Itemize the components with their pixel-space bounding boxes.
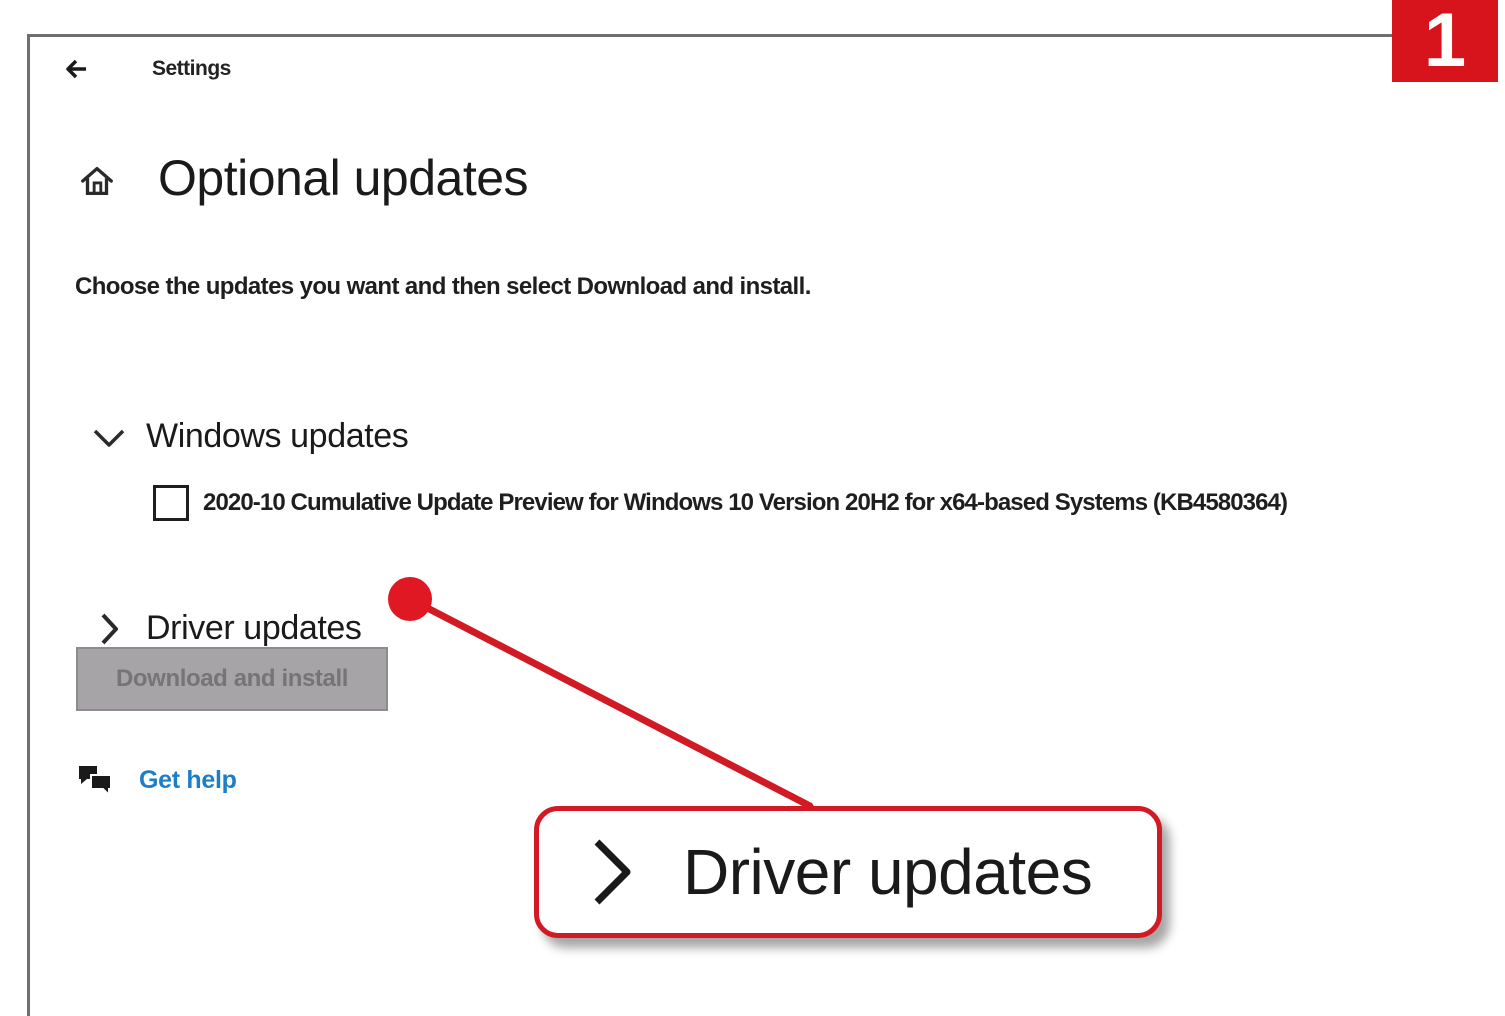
driver-updates-label: Driver updates bbox=[146, 609, 362, 647]
download-and-install-button[interactable]: Download and install bbox=[76, 647, 388, 711]
update-checkbox[interactable] bbox=[153, 485, 189, 521]
back-button[interactable] bbox=[63, 55, 91, 83]
update-item-label[interactable]: 2020-10 Cumulative Update Preview for Wi… bbox=[203, 489, 1288, 517]
get-help-link[interactable]: Get help bbox=[139, 766, 237, 795]
windows-updates-label: Windows updates bbox=[146, 417, 409, 455]
home-icon[interactable] bbox=[78, 162, 116, 200]
step-number-badge: 1 bbox=[1392, 0, 1498, 82]
page-description: Choose the updates you want and then sel… bbox=[75, 273, 811, 300]
window-title: Settings bbox=[152, 57, 231, 80]
driver-updates-section-toggle[interactable]: Driver updates bbox=[90, 609, 362, 648]
update-list-item: 2020-10 Cumulative Update Preview for Wi… bbox=[153, 485, 1288, 521]
get-help-row: Get help bbox=[75, 762, 237, 798]
screenshot-stage: Settings Optional updates Choose the upd… bbox=[0, 0, 1505, 1016]
chevron-right-icon bbox=[594, 839, 631, 905]
chat-bubbles-icon bbox=[79, 766, 112, 798]
chevron-down-icon bbox=[90, 418, 128, 456]
back-arrow-icon bbox=[66, 59, 86, 79]
driver-updates-callout: Driver updates bbox=[534, 806, 1162, 938]
page-title: Optional updates bbox=[158, 150, 529, 206]
windows-updates-section-toggle[interactable]: Windows updates bbox=[90, 417, 409, 456]
chevron-right-icon bbox=[90, 610, 128, 648]
callout-label: Driver updates bbox=[683, 836, 1093, 908]
